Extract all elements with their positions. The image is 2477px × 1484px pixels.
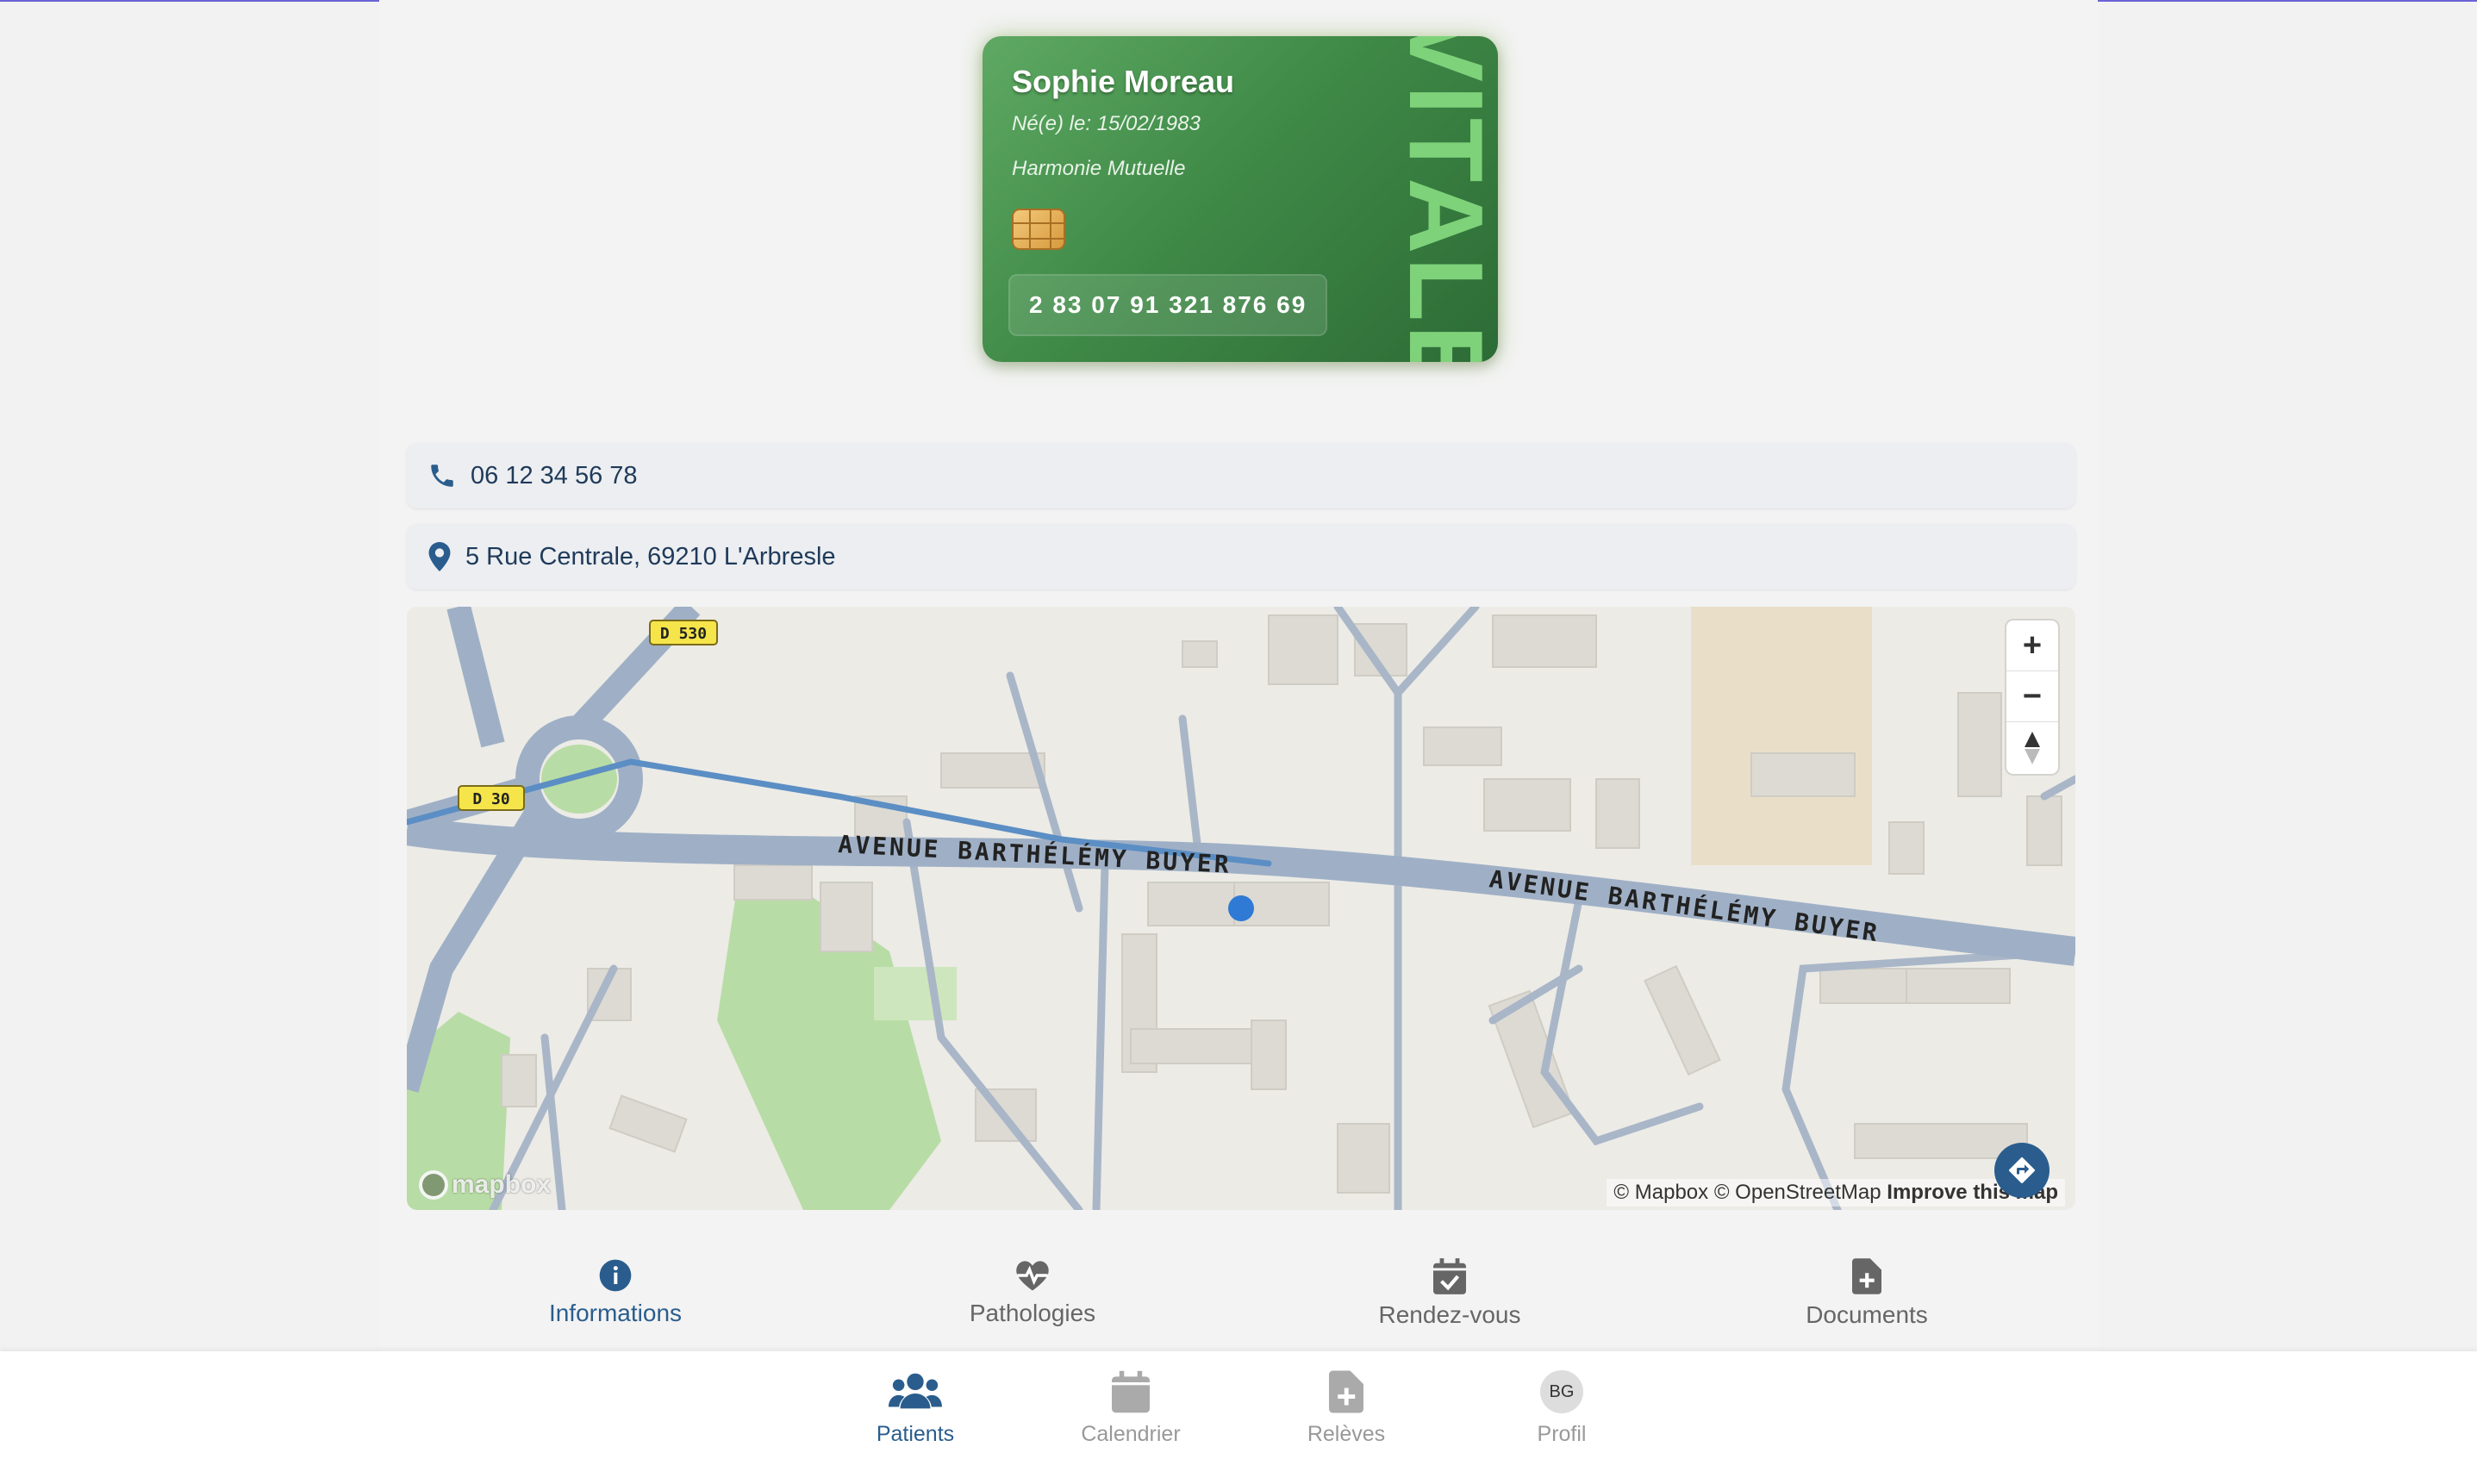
phone-row[interactable]: 06 12 34 56 78 [407,443,2075,508]
bottom-navigation: Patients Calendrier Relèves BG Profil [0,1351,2477,1484]
phone-icon [431,465,453,487]
compass-button[interactable] [2006,722,2058,773]
directions-button[interactable] [1994,1143,2050,1198]
card-chip-icon [1012,209,1065,250]
map-attribution: © Mapbox © OpenStreetMap Improve this ma… [1607,1179,2065,1207]
info-icon [599,1259,632,1292]
map-zoom-controls: + − [2006,620,2058,774]
address-row[interactable]: 5 Rue Centrale, 69210 L'Arbresle [407,524,2075,589]
patient-name: Sophie Moreau [1012,64,1235,99]
vitale-card: Sophie Moreau Né(e) le: 15/02/1983 Harmo… [983,36,1498,362]
tab-documents[interactable]: Documents [1658,1258,2075,1353]
map-view[interactable]: D 530 D 30 AVENUE BARTHÉLÉMY BUYER AVENU… [407,607,2075,1210]
attribution-osm-link[interactable]: © OpenStreetMap [1714,1181,1881,1204]
mapbox-logo[interactable]: mapbox [419,1170,551,1200]
heartbeat-icon [1016,1261,1049,1291]
calendar-icon [1112,1370,1150,1413]
patient-location-marker [1228,895,1254,921]
users-icon [889,1373,942,1409]
mapbox-logo-icon [419,1170,448,1200]
address-text: 5 Rue Centrale, 69210 L'Arbresle [465,542,836,571]
patient-tabs: Informations Pathologies Rendez-vous Doc… [407,1258,2075,1353]
zoom-in-button[interactable]: + [2006,620,2058,671]
map-tiles: D 530 D 30 AVENUE BARTHÉLÉMY BUYER AVENU… [407,607,2075,1210]
nav-releves[interactable]: Relèves [1238,1351,1454,1484]
nav-profil[interactable]: BG Profil [1454,1351,1669,1484]
map-pin-icon [428,542,451,571]
attribution-mapbox-link[interactable]: © Mapbox [1613,1181,1708,1204]
zoom-out-button[interactable]: − [2006,671,2058,722]
svg-text:D 530: D 530 [660,625,707,643]
patient-mutuelle: Harmonie Mutuelle [1012,157,1186,180]
social-security-number: 2 83 07 91 321 876 69 [1008,274,1328,336]
tab-pathologies[interactable]: Pathologies [824,1258,1241,1353]
svg-text:D 30: D 30 [472,790,509,808]
nav-patients[interactable]: Patients [808,1351,1023,1484]
tab-informations[interactable]: Informations [407,1258,824,1353]
patient-birthdate: Né(e) le: 15/02/1983 [1012,112,1201,135]
vitale-brand: VITALE [1388,36,1498,362]
tab-rendez-vous[interactable]: Rendez-vous [1241,1258,1658,1353]
nav-calendrier[interactable]: Calendrier [1023,1351,1238,1484]
directions-icon [2009,1157,2035,1183]
compass-icon [2025,731,2040,764]
phone-number: 06 12 34 56 78 [471,461,638,489]
file-plus-icon [1852,1258,1881,1294]
avatar: BG [1540,1370,1583,1413]
file-medical-icon [1329,1370,1363,1413]
calendar-check-icon [1433,1258,1466,1294]
